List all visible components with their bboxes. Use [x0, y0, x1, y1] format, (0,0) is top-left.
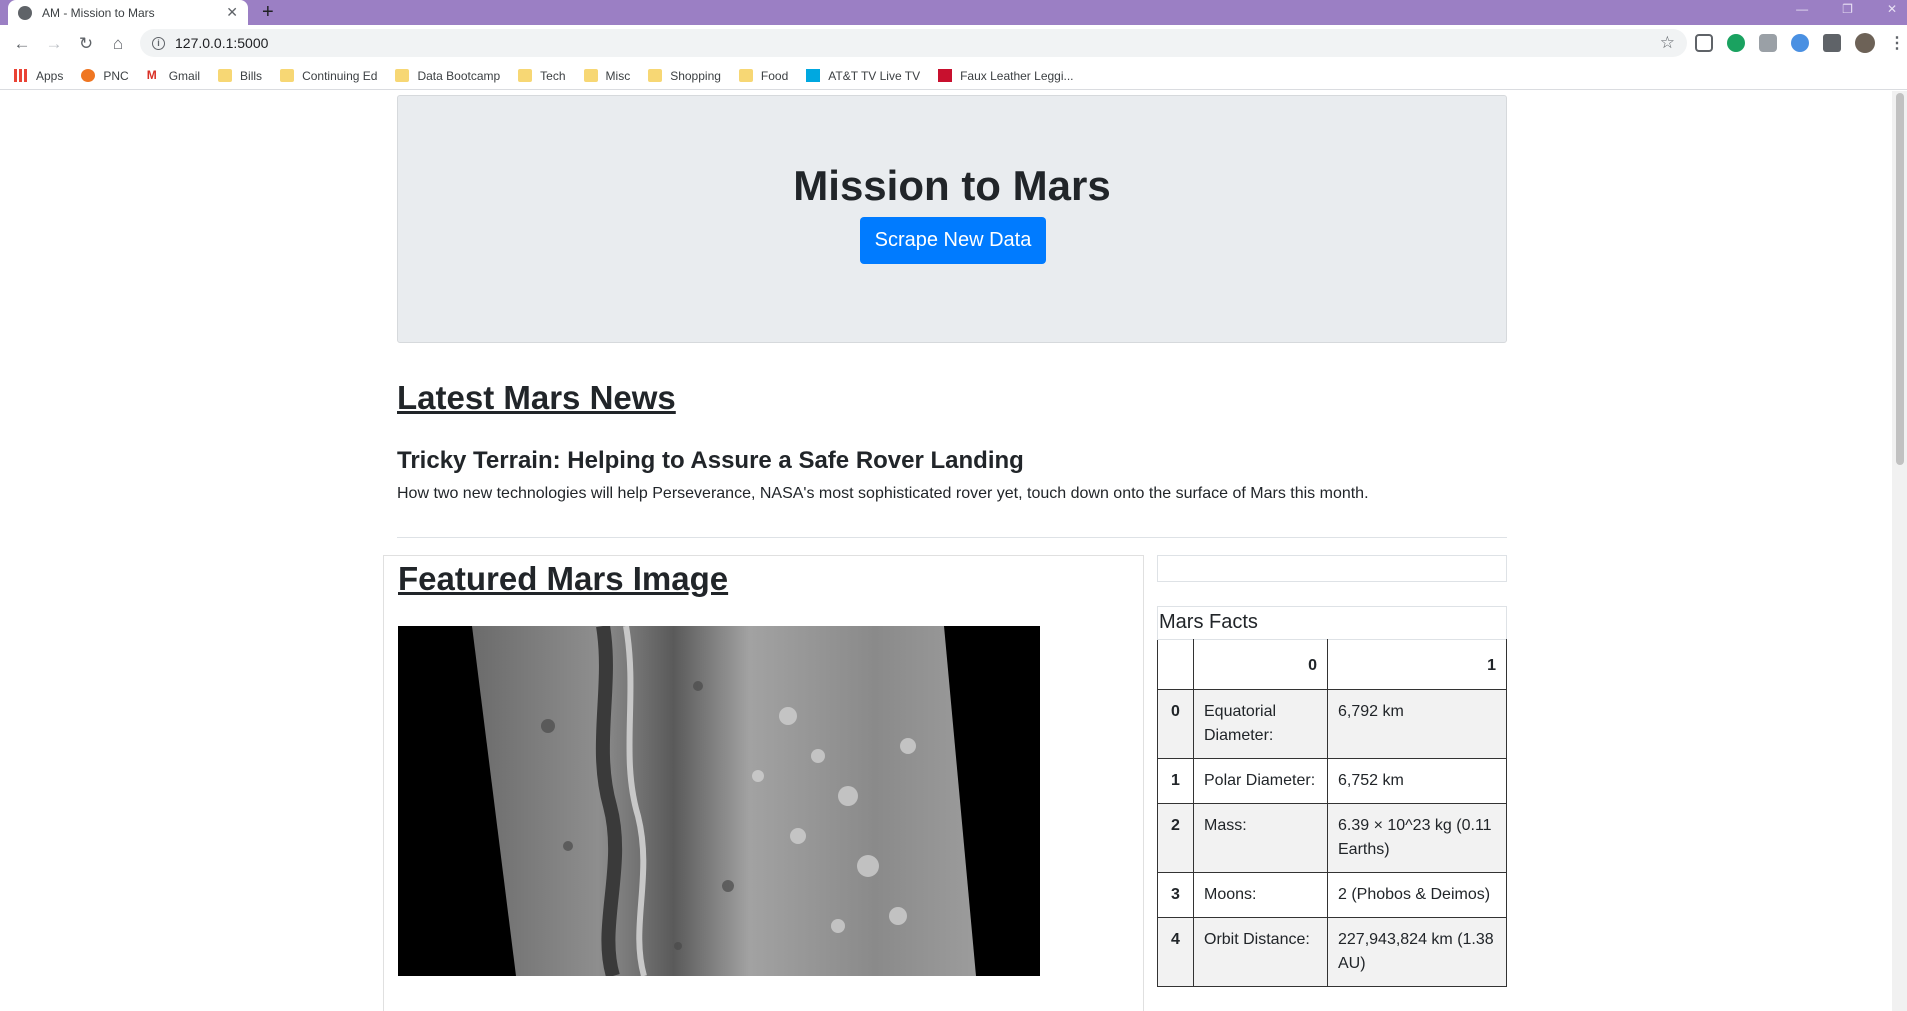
cloud-icon[interactable] — [1791, 34, 1809, 52]
back-icon[interactable]: ← — [6, 34, 38, 54]
news-paragraph: How two new technologies will help Perse… — [397, 485, 1369, 502]
table-row: 1 Polar Diameter: 6,752 km — [1157, 758, 1507, 804]
bookmark-data-bootcamp[interactable]: Data Bootcamp — [395, 69, 500, 83]
news-heading: Latest Mars News — [397, 379, 676, 416]
fact-label: Moons: — [1193, 872, 1328, 918]
bookmark-star-icon[interactable]: ☆ — [1660, 33, 1675, 53]
fact-value: 227,943,824 km (1.38 AU) — [1327, 917, 1507, 987]
pocket-icon[interactable] — [1695, 34, 1713, 52]
extension-icon[interactable] — [1759, 34, 1777, 52]
browser-tab[interactable]: AM - Mission to Mars ✕ — [8, 0, 248, 25]
mars-facts-section: Mars Facts 0 1 0 Equatorial Diameter: 6,… — [1157, 555, 1507, 987]
table-row: 0 Equatorial Diameter: 6,792 km — [1157, 689, 1507, 759]
folder-icon — [280, 69, 295, 82]
table-header-row: 0 1 — [1157, 639, 1507, 690]
row-index: 1 — [1157, 758, 1194, 804]
fact-label: Orbit Distance: — [1193, 917, 1328, 987]
fact-label: Equatorial Diameter: — [1193, 689, 1328, 759]
window-close-icon[interactable]: ✕ — [1887, 2, 1897, 16]
mars-terrain-image — [398, 626, 1040, 976]
featured-image-heading: Featured Mars Image — [398, 560, 729, 597]
bookmark-tech[interactable]: Tech — [518, 69, 566, 83]
globe-icon — [18, 5, 32, 20]
home-icon[interactable]: ⌂ — [102, 34, 134, 54]
page-title: Mission to Mars — [793, 162, 1111, 209]
mars-facts-table: 0 1 0 Equatorial Diameter: 6,792 km 1 Po… — [1157, 639, 1507, 987]
tab-strip: AM - Mission to Mars ✕ + — ❐ ✕ — [0, 0, 1907, 25]
bookmark-red-icon — [938, 69, 953, 82]
restore-icon[interactable]: ❐ — [1842, 2, 1853, 16]
facts-caption: Mars Facts — [1157, 606, 1507, 639]
row-index: 2 — [1157, 803, 1194, 873]
table-row: 2 Mass: 6.39 × 10^23 kg (0.11 Earths) — [1157, 803, 1507, 873]
fact-value: 6.39 × 10^23 kg (0.11 Earths) — [1327, 803, 1507, 873]
featured-mars-image — [398, 626, 1040, 976]
facts-empty-box — [1157, 555, 1507, 582]
att-tv-icon — [806, 69, 821, 82]
bookmark-food[interactable]: Food — [738, 69, 788, 83]
row-index: 3 — [1157, 872, 1194, 918]
window-controls: — ❐ ✕ — [1796, 2, 1897, 16]
table-header — [1157, 639, 1194, 690]
bookmark-gmail[interactable]: M Gmail — [147, 69, 200, 83]
close-icon[interactable]: ✕ — [226, 4, 238, 21]
row-index: 0 — [1157, 689, 1194, 759]
pnc-icon — [81, 69, 96, 82]
table-row: 3 Moons: 2 (Phobos & Deimos) — [1157, 872, 1507, 918]
grammarly-icon[interactable] — [1727, 34, 1745, 52]
gmail-icon: M — [146, 68, 157, 82]
scrollbar-thumb[interactable] — [1896, 93, 1904, 465]
fact-value: 2 (Phobos & Deimos) — [1327, 872, 1507, 918]
bookmark-att-tv[interactable]: AT&T TV Live TV — [806, 69, 920, 83]
fact-value: 6,792 km — [1327, 689, 1507, 759]
bookmark-bills[interactable]: Bills — [218, 69, 262, 83]
jumbotron: Mission to Mars Scrape New Data — [397, 95, 1507, 343]
apps-grid-icon — [14, 69, 28, 82]
avatar[interactable] — [1855, 33, 1875, 53]
address-bar[interactable]: i 127.0.0.1:5000 ☆ — [140, 29, 1687, 57]
fact-label: Polar Diameter: — [1193, 758, 1328, 804]
divider — [397, 537, 1507, 538]
url-text[interactable]: 127.0.0.1:5000 — [175, 35, 268, 51]
vertical-scrollbar[interactable] — [1892, 91, 1907, 1011]
table-header: 0 — [1193, 639, 1328, 690]
site-info-icon[interactable]: i — [152, 36, 165, 50]
folder-icon — [648, 69, 663, 82]
bookmark-pnc[interactable]: PNC — [81, 69, 129, 83]
folder-icon — [518, 69, 533, 82]
minimize-icon[interactable]: — — [1796, 2, 1808, 16]
row-index: 4 — [1157, 917, 1194, 987]
news-title: Tricky Terrain: Helping to Assure a Safe… — [397, 447, 1024, 474]
featured-image-section: Featured Mars Image — [383, 555, 1144, 1011]
folder-icon — [738, 69, 753, 82]
puzzle-icon[interactable] — [1823, 34, 1841, 52]
forward-icon[interactable]: → — [38, 34, 70, 54]
bookmark-misc[interactable]: Misc — [583, 69, 630, 83]
browser-toolbar: ← → ↻ ⌂ i 127.0.0.1:5000 ☆ ⋮ — [0, 25, 1907, 62]
reload-icon[interactable]: ↻ — [70, 34, 102, 54]
new-tab-icon[interactable]: + — [262, 1, 274, 24]
bookmark-shopping[interactable]: Shopping — [648, 69, 721, 83]
fact-label: Mass: — [1193, 803, 1328, 873]
bookmarks-bar: Apps PNC M Gmail Bills Continuing Ed Data… — [0, 62, 1907, 90]
folder-icon — [218, 69, 233, 82]
bookmark-faux-leather[interactable]: Faux Leather Leggi... — [938, 69, 1074, 83]
table-header: 1 — [1327, 639, 1507, 690]
page-viewport: Mission to Mars Scrape New Data Latest M… — [0, 91, 1907, 1011]
bookmark-apps[interactable]: Apps — [14, 69, 63, 83]
extension-icons: ⋮ — [1695, 33, 1905, 53]
menu-icon[interactable]: ⋮ — [1889, 33, 1905, 53]
scrape-new-data-button[interactable]: Scrape New Data — [860, 217, 1046, 264]
bookmark-continuing-ed[interactable]: Continuing Ed — [280, 69, 377, 83]
table-row: 4 Orbit Distance: 227,943,824 km (1.38 A… — [1157, 917, 1507, 987]
folder-icon — [395, 69, 410, 82]
folder-icon — [583, 69, 598, 82]
tab-title: AM - Mission to Mars — [42, 5, 155, 20]
fact-value: 6,752 km — [1327, 758, 1507, 804]
